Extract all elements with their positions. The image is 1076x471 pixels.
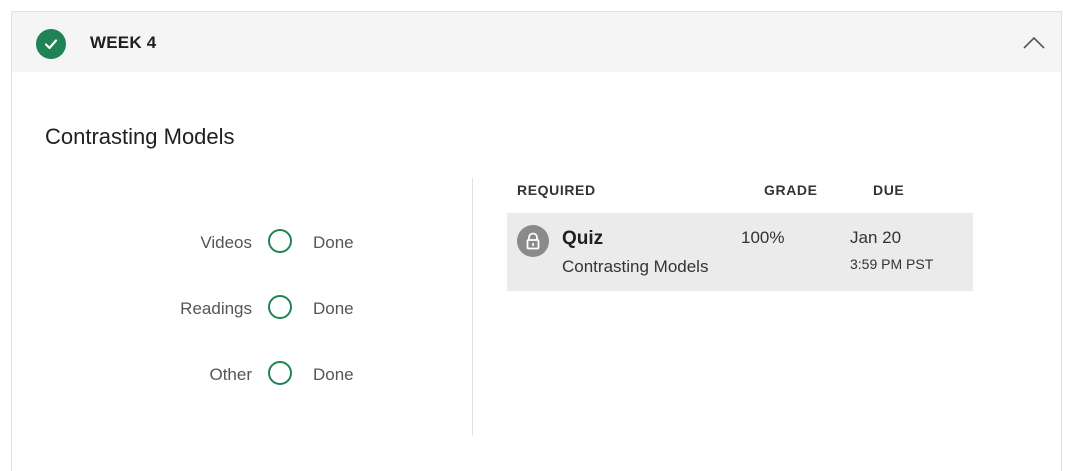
chevron-up-icon — [1023, 36, 1045, 49]
required-item-quiz[interactable]: Quiz Contrasting Models 100% Jan 20 3:59… — [507, 213, 973, 291]
item-subtitle: Contrasting Models — [562, 257, 709, 276]
progress-item-videos: Videos Done — [12, 228, 372, 258]
week-header[interactable]: WEEK 4 — [12, 12, 1061, 72]
week-card: WEEK 4 Contrasting Models Videos Done Re… — [11, 11, 1062, 471]
progress-status: Done — [313, 365, 354, 384]
header-due: DUE — [873, 182, 905, 198]
progress-label: Videos — [200, 233, 252, 252]
progress-item-other: Other Done — [12, 360, 372, 390]
collapse-button[interactable] — [1021, 30, 1047, 56]
module-title: Contrasting Models — [45, 124, 235, 149]
lock-icon — [517, 225, 549, 257]
item-due-time: 3:59 PM PST — [850, 256, 934, 272]
item-due-date: Jan 20 — [850, 228, 902, 247]
week-title: WEEK 4 — [90, 33, 157, 52]
check-circle-icon — [36, 29, 66, 59]
header-required: REQUIRED — [517, 182, 596, 198]
item-name[interactable]: Quiz — [562, 228, 603, 250]
header-grade: GRADE — [764, 182, 818, 198]
progress-status: Done — [313, 299, 354, 318]
item-grade: 100% — [741, 228, 785, 247]
progress-label: Readings — [180, 299, 252, 318]
circle-outline-icon — [268, 229, 292, 253]
circle-outline-icon — [268, 295, 292, 319]
progress-item-readings: Readings Done — [12, 294, 372, 324]
progress-status: Done — [313, 233, 354, 252]
circle-outline-icon — [268, 361, 292, 385]
column-divider — [472, 178, 473, 436]
progress-label: Other — [209, 365, 252, 384]
